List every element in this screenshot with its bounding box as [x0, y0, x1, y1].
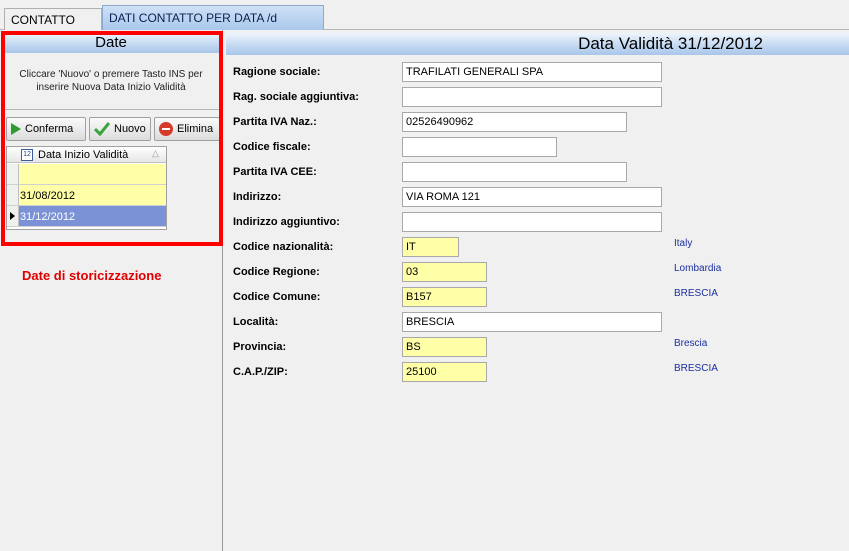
- indirizzo-aggiuntivo-field[interactable]: [402, 212, 662, 232]
- indirizzo-aggiuntivo-label: Indirizzo aggiuntivo:: [233, 216, 340, 228]
- indirizzo-field[interactable]: VIA ROMA 121: [402, 187, 662, 207]
- codice-comune-label: Codice Comune:: [233, 291, 321, 303]
- codice-fiscale-label: Codice fiscale:: [233, 141, 311, 153]
- codice-regione-label: Codice Regione:: [233, 266, 320, 278]
- cap-description: BRESCIA: [674, 363, 718, 374]
- codice-fiscale-field[interactable]: [402, 137, 557, 157]
- page-title: Data Validità 31/12/2012: [578, 34, 763, 53]
- partita-iva-field[interactable]: 02526490962: [402, 112, 627, 132]
- cap-label: C.A.P./ZIP:: [233, 366, 288, 378]
- tab-dati-contatto-per-data[interactable]: DATI CONTATTO PER DATA /d: [102, 5, 324, 30]
- partita-iva-cee-label: Partita IVA CEE:: [233, 166, 317, 178]
- form-header: Data Validità 31/12/2012: [226, 33, 849, 55]
- comune-description: BRESCIA: [674, 288, 718, 299]
- regione-description: Lombardia: [674, 263, 722, 274]
- localita-label: Località:: [233, 316, 279, 328]
- partita-iva-cee-field[interactable]: [402, 162, 627, 182]
- indirizzo-label: Indirizzo:: [233, 191, 282, 203]
- codice-nazionalita-field[interactable]: IT: [402, 237, 459, 257]
- tab-contatto[interactable]: CONTATTO: [4, 8, 102, 30]
- localita-field[interactable]: BRESCIA: [402, 312, 662, 332]
- ragione-sociale-label: Ragione sociale:: [233, 66, 321, 78]
- codice-nazionalita-label: Codice nazionalità:: [233, 241, 334, 253]
- provincia-description: Brescia: [674, 338, 708, 349]
- rag-sociale-aggiuntiva-field[interactable]: [402, 87, 662, 107]
- highlight-box: [1, 31, 223, 246]
- cap-field[interactable]: 25100: [402, 362, 487, 382]
- codice-regione-field[interactable]: 03: [402, 262, 487, 282]
- rag-sociale-aggiuntiva-label: Rag. sociale aggiuntiva:: [233, 91, 359, 103]
- codice-comune-field[interactable]: B157: [402, 287, 487, 307]
- provincia-field[interactable]: BS: [402, 337, 487, 357]
- annotation-label: Date di storicizzazione: [22, 268, 162, 283]
- ragione-sociale-field[interactable]: TRAFILATI GENERALI SPA: [402, 62, 662, 82]
- nazionalita-description: Italy: [674, 238, 693, 249]
- provincia-label: Provincia:: [233, 341, 287, 353]
- partita-iva-label: Partita IVA Naz.:: [233, 116, 317, 128]
